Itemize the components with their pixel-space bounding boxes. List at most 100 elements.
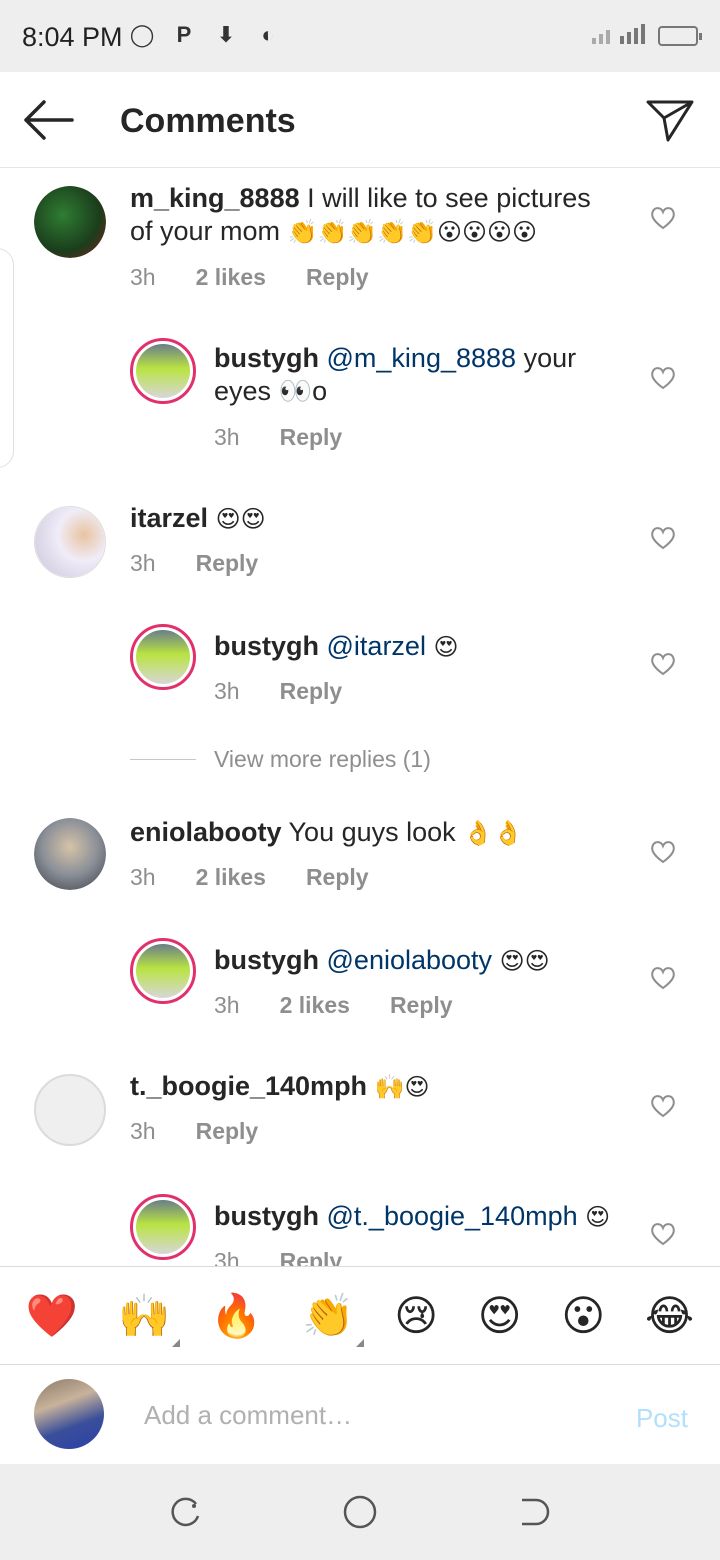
reply-button[interactable]: Reply <box>280 1248 343 1266</box>
comment-time: 3h <box>130 550 156 576</box>
avatar[interactable] <box>34 818 106 890</box>
home-icon[interactable] <box>342 1494 378 1530</box>
reply-text: bustygh @eniolabooty 😍😍 <box>214 944 634 978</box>
reply-button[interactable]: Reply <box>280 678 343 705</box>
back-nav-icon[interactable] <box>516 1494 552 1530</box>
comment-username[interactable]: itarzel <box>130 503 208 533</box>
comment-meta: 3h Reply <box>130 550 298 577</box>
like-heart-icon[interactable] <box>650 840 676 864</box>
like-heart-icon[interactable] <box>650 1222 676 1246</box>
status-bar: 8:04 PM ◯ P ⬇ ◐ <box>0 0 720 72</box>
reply-time: 3h <box>214 1248 240 1266</box>
avatar[interactable] <box>130 338 196 404</box>
reply-meta: 3h Reply <box>214 678 382 705</box>
like-heart-icon[interactable] <box>650 1094 676 1118</box>
comment-likes[interactable]: 2 likes <box>196 864 266 891</box>
fire-emoji-button[interactable]: 🔥 <box>210 1291 262 1341</box>
reply-mention[interactable]: @itarzel <box>327 631 426 661</box>
like-heart-icon[interactable] <box>650 206 676 230</box>
like-heart-icon[interactable] <box>650 652 676 676</box>
reply-button[interactable]: Reply <box>196 550 259 577</box>
crying-emoji-button[interactable]: 😢 <box>394 1291 438 1340</box>
comment-username[interactable]: eniolabooty <box>130 817 282 847</box>
skin-tone-indicator <box>356 1338 365 1347</box>
quick-reaction-bar: ❤️ 🙌 🔥 👏 😢 😍 😮 😂 <box>0 1266 720 1364</box>
comment-likes[interactable]: 2 likes <box>196 264 266 291</box>
comment-username[interactable]: m_king_8888 <box>130 183 300 213</box>
system-nav-bar <box>0 1464 720 1560</box>
reply-username[interactable]: bustygh <box>214 1201 319 1231</box>
status-system-icons <box>590 22 702 46</box>
comment-text: itarzel 😍😍 <box>130 502 620 536</box>
avatar[interactable] <box>34 506 106 578</box>
reply-mention[interactable]: @t._boogie_140mph <box>327 1201 578 1231</box>
reply-username[interactable]: bustygh <box>214 945 319 975</box>
page-title: Comments <box>120 102 296 140</box>
reply-text: bustygh @itarzel 😍 <box>214 630 614 664</box>
clapping-emoji-button[interactable]: 👏 <box>302 1291 365 1347</box>
comment-emojis: 🙌😍 <box>374 1073 430 1101</box>
status-time: 8:04 PM <box>22 22 123 52</box>
comment-text: eniolabooty You guys look 👌👌 <box>130 816 620 850</box>
reply-meta: 3h Reply <box>214 1248 382 1266</box>
heart-eyes-emoji-button[interactable]: 😍 <box>478 1291 522 1340</box>
comment-text: t._boogie_140mph 🙌😍 <box>130 1070 620 1104</box>
skin-tone-indicator <box>172 1338 181 1347</box>
view-more-replies-label[interactable]: View more replies (1) <box>214 746 431 773</box>
back-arrow-icon[interactable] <box>22 98 74 142</box>
view-more-replies[interactable]: View more replies (1) <box>130 746 431 773</box>
comment-meta: 3h 2 likes Reply <box>130 864 409 891</box>
avatar[interactable] <box>130 938 196 1004</box>
comment-input[interactable] <box>144 1395 584 1435</box>
avatar[interactable] <box>34 1074 106 1146</box>
reply-username[interactable]: bustygh <box>214 343 319 373</box>
comments-header: Comments <box>0 72 720 168</box>
reply-likes[interactable]: 2 likes <box>280 992 350 1019</box>
reply-meta: 3h 2 likes Reply <box>214 992 493 1019</box>
comment-username[interactable]: t._boogie_140mph <box>130 1071 367 1101</box>
whatsapp-icon: ◯ <box>129 22 155 47</box>
post-button[interactable]: Post <box>636 1403 688 1434</box>
avatar[interactable] <box>130 624 196 690</box>
reply-text: bustygh @t._boogie_140mph 😍 <box>214 1200 644 1234</box>
like-heart-icon[interactable] <box>650 366 676 390</box>
reply-body: 😍😍 <box>499 947 550 975</box>
reply-button[interactable]: Reply <box>390 992 453 1019</box>
reply-time: 3h <box>214 678 240 704</box>
comment-emojis: 👏👏👏👏👏😮😮😮😮 <box>287 218 538 246</box>
avatar[interactable] <box>34 186 106 258</box>
comment-time: 3h <box>130 1118 156 1144</box>
comment-emojis: 😍😍 <box>215 505 266 533</box>
signal-icon <box>592 24 645 44</box>
surprised-emoji-button[interactable]: 😮 <box>561 1291 605 1340</box>
comment-body: You guys look <box>288 817 456 847</box>
comment-time: 3h <box>130 264 156 290</box>
like-heart-icon[interactable] <box>650 526 676 550</box>
battery-icon <box>658 26 702 46</box>
reply-button[interactable]: Reply <box>280 424 343 451</box>
like-heart-icon[interactable] <box>650 966 676 990</box>
edge-panel-handle[interactable] <box>0 248 14 468</box>
reply-mention[interactable]: @eniolabooty <box>327 945 493 975</box>
reply-mention[interactable]: @m_king_8888 <box>327 343 517 373</box>
raising-hands-emoji-button[interactable]: 🙌 <box>117 1290 181 1347</box>
comment-meta: 3h 2 likes Reply <box>130 264 409 291</box>
heart-emoji-button[interactable]: ❤️ <box>26 1291 78 1341</box>
reply-button[interactable]: Reply <box>306 264 369 291</box>
comments-list[interactable]: m_king_8888 I will like to see pictures … <box>0 168 720 1266</box>
raising-hands-emoji: 🙌 <box>117 1290 171 1340</box>
reply-button[interactable]: Reply <box>306 864 369 891</box>
current-user-avatar <box>34 1379 104 1449</box>
reply-username[interactable]: bustygh <box>214 631 319 661</box>
comment-time: 3h <box>130 864 156 890</box>
p-app-icon: P <box>176 22 192 47</box>
reply-text: bustygh @m_king_8888 your eyes 👀o <box>214 342 614 408</box>
direct-send-icon[interactable] <box>646 98 694 142</box>
comment-text: m_king_8888 I will like to see pictures … <box>130 182 620 249</box>
avatar[interactable] <box>130 1194 196 1260</box>
download-icon: ⬇ <box>216 22 236 47</box>
laughing-emoji-button[interactable]: 😂 <box>645 1291 694 1340</box>
reply-button[interactable]: Reply <box>196 1118 259 1145</box>
reply-body: 😍 <box>585 1203 611 1231</box>
recent-apps-icon[interactable] <box>168 1494 204 1530</box>
